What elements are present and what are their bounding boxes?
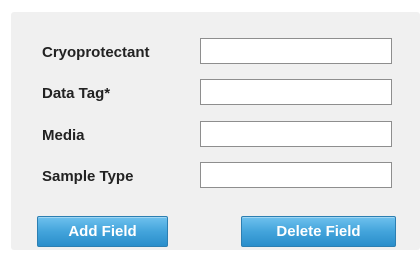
sample-type-label: Sample Type bbox=[42, 168, 134, 185]
data-tag-field[interactable] bbox=[200, 79, 392, 105]
data-tag-label: Data Tag* bbox=[42, 85, 111, 102]
cryoprotectant-label: Cryoprotectant bbox=[42, 44, 150, 61]
form-row-media: Media bbox=[11, 121, 420, 151]
add-field-button[interactable]: Add Field bbox=[37, 216, 168, 247]
form-row-cryoprotectant: Cryoprotectant bbox=[11, 38, 420, 68]
form-row-sample-type: Sample Type bbox=[11, 162, 420, 192]
media-label: Media bbox=[42, 127, 85, 144]
delete-field-button[interactable]: Delete Field bbox=[241, 216, 396, 247]
form-row-data-tag: Data Tag* bbox=[11, 79, 420, 109]
form-panel: Cryoprotectant Data Tag* Media Sample Ty… bbox=[11, 12, 420, 250]
media-field[interactable] bbox=[200, 121, 392, 147]
cryoprotectant-field[interactable] bbox=[200, 38, 392, 64]
sample-type-field[interactable] bbox=[200, 162, 392, 188]
